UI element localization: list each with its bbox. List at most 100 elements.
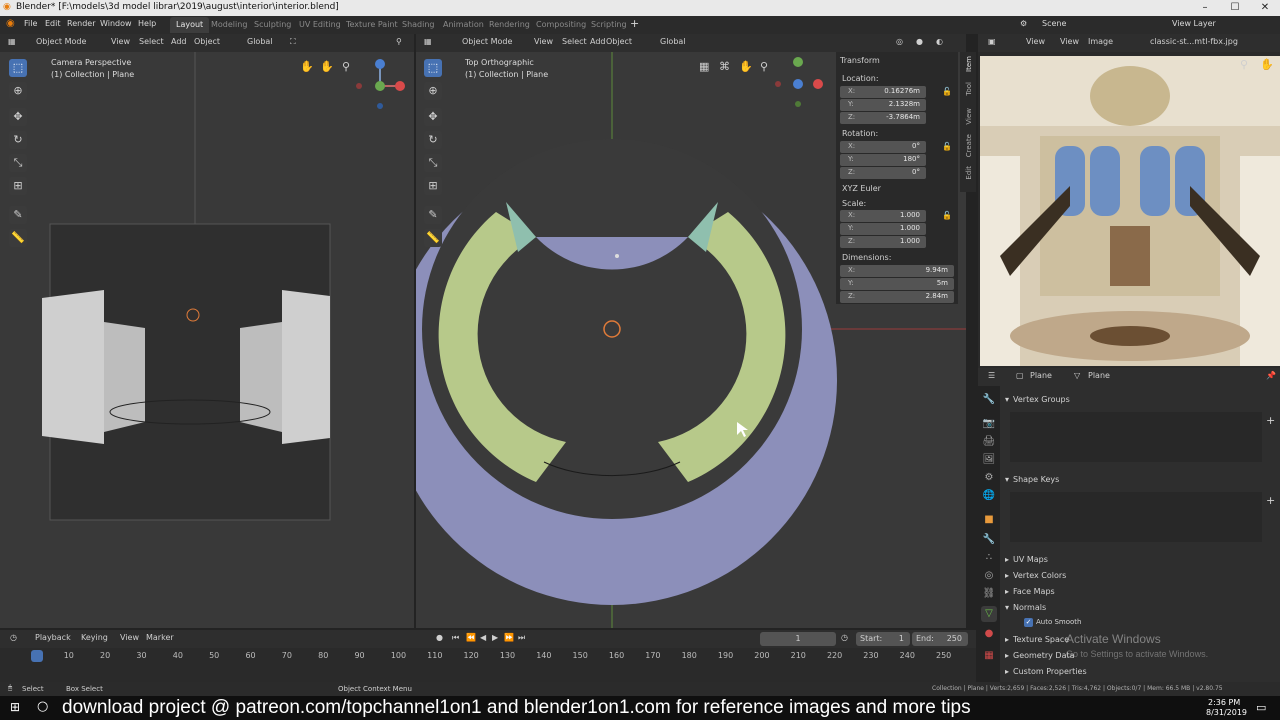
normals-chevron-icon[interactable]: ▾ [1005,603,1009,612]
menu-add[interactable]: Add [171,37,187,46]
breadcrumb-object[interactable]: Plane [1030,371,1052,380]
navigation-gizmo[interactable] [772,54,832,114]
scale-y-field[interactable]: Y: 1.000 [840,223,926,235]
normals-panel[interactable]: Normals [1013,603,1046,612]
rotate-tool-icon[interactable]: ↻ [424,131,442,149]
lock-icon[interactable]: 🔓 [942,142,952,151]
menu-view[interactable]: View [534,37,553,46]
vertex-groups-panel[interactable]: Vertex Groups [1013,395,1070,404]
maximize-icon[interactable]: ☐ [1220,0,1250,16]
menu-playback[interactable]: Playback [35,633,71,642]
face-maps-chevron-icon[interactable]: ▸ [1005,587,1009,596]
view-layer-tab-icon[interactable]: 🖼 [981,452,997,468]
playhead[interactable] [31,650,43,662]
tab-scripting[interactable]: Scripting [585,17,633,33]
zoom-icon[interactable]: ⚲ [760,60,768,73]
object-mode-dropdown[interactable]: Object Mode [36,37,86,46]
menu-help[interactable]: Help [138,19,156,28]
transform-title[interactable]: Transform [840,56,880,65]
menu-object[interactable]: Object [194,37,220,46]
measure-tool-icon[interactable]: 📏 [424,229,442,247]
view-layer-name[interactable]: View Layer [1172,19,1216,28]
scene-tab-icon[interactable]: ⚙ [981,470,997,486]
editor-type-icon[interactable]: ▦ [424,37,432,46]
menu-image[interactable]: Image [1088,37,1113,46]
prev-keyframe-icon[interactable]: ⏪ [466,633,476,642]
editor-type-icon[interactable]: ☰ [988,371,995,380]
move-tool-icon[interactable]: ✥ [424,108,442,126]
vertex-groups-list[interactable] [1010,412,1262,462]
tab-compositing[interactable]: Compositing [530,17,592,33]
material-tab-icon[interactable]: ● [981,626,997,642]
end-frame-field[interactable]: End: 250 [912,632,968,646]
mid-viewport[interactable]: Top Orthographic (1) Collection | Plane … [416,52,966,628]
windows-start-icon[interactable]: ⊞ [10,700,20,714]
cursor-tool-icon[interactable]: ⊕ [424,82,442,100]
output-tab-icon[interactable]: 🖨 [981,434,997,450]
shape-keys-panel[interactable]: Shape Keys [1013,475,1059,484]
rotation-x-field[interactable]: X: 0° [840,141,926,153]
notification-icon[interactable]: ▭ [1256,701,1266,714]
tab-animation[interactable]: Animation [437,17,490,33]
location-z-field[interactable]: Z: -3.7864m [840,112,926,124]
physics-tab-icon[interactable]: ◎ [981,568,997,584]
shading-material-icon[interactable]: ◐ [936,37,943,46]
tab-modeling[interactable]: Modeling [205,17,253,33]
location-x-field[interactable]: X: 0.16276m [840,86,926,98]
tab-item[interactable]: Item [965,56,973,72]
menu-marker[interactable]: Marker [146,633,174,642]
editor-type-icon[interactable]: ▦ [8,37,16,46]
scale-x-field[interactable]: X: 1.000 [840,210,926,222]
menu-render[interactable]: Render [67,19,95,28]
image-name-field[interactable]: classic-st...mtl-fbx.jpg [1150,37,1238,46]
tab-edit[interactable]: Edit [965,166,973,180]
scale-tool-icon[interactable]: ⤡ [424,154,442,172]
grid-view-icon[interactable]: ▦ [699,60,709,73]
menu-view[interactable]: View [1026,37,1045,46]
timeline-ruler[interactable]: 1102030405060708090100110120130140150160… [0,651,976,663]
lock-icon[interactable]: 🔓 [942,87,952,96]
geometry-data-chevron-icon[interactable]: ▸ [1005,651,1009,660]
object-mode-dropdown[interactable]: Object Mode [462,37,512,46]
texture-space-panel[interactable]: Texture Space [1013,635,1069,644]
play-icon[interactable]: ▶ [492,633,498,642]
left-viewport[interactable]: Camera Perspective (1) Collection | Plan… [0,52,414,628]
minimize-icon[interactable]: – [1190,0,1220,16]
select-tool-icon[interactable]: ⬚ [424,59,442,77]
dimensions-y-field[interactable]: Y: 5m [840,278,954,290]
cortana-icon[interactable]: ○ [37,699,48,714]
snap-icon[interactable]: ⛶ [290,37,296,47]
overlays-icon[interactable]: ◎ [896,37,903,46]
modifier-tab-icon[interactable]: 🔧 [981,532,997,548]
constraints-tab-icon[interactable]: ⛓ [981,586,997,602]
add-shape-key-icon[interactable]: + [1266,494,1275,507]
particles-tab-icon[interactable]: ∴ [981,550,997,566]
scale-z-field[interactable]: Z: 1.000 [840,236,926,248]
rotation-mode-dropdown[interactable]: XYZ Euler [842,184,881,193]
pan-icon[interactable]: ✋ [739,60,753,73]
custom-properties-panel[interactable]: Custom Properties [1013,667,1087,676]
tab-tool[interactable]: Tool [965,82,973,96]
world-tab-icon[interactable]: 🌐 [981,488,997,504]
blender-menu-icon[interactable]: ◉ [6,18,15,29]
jump-end-icon[interactable]: ⏭ [518,633,525,643]
taskbar-date[interactable]: 8/31/2019 [1206,708,1247,717]
camera-view-icon[interactable]: ⌘ [719,60,730,73]
face-maps-panel[interactable]: Face Maps [1013,587,1055,596]
menu-view-2[interactable]: View [1060,37,1079,46]
uv-maps-panel[interactable]: UV Maps [1013,555,1048,564]
shape-keys-chevron-icon[interactable]: ▾ [1005,475,1009,484]
tab-shading[interactable]: Shading [396,17,441,33]
dimensions-x-field[interactable]: X: 9.94m [840,265,954,277]
start-frame-field[interactable]: Start: 1 [856,632,910,646]
tab-create[interactable]: Create [965,134,973,157]
editor-type-icon[interactable]: ◷ [10,633,17,642]
menu-object[interactable]: Object [606,37,632,46]
lock-icon[interactable]: 🔓 [942,211,952,220]
custom-properties-chevron-icon[interactable]: ▸ [1005,667,1009,676]
play-reverse-icon[interactable]: ◀ [480,633,486,642]
menu-window[interactable]: Window [100,19,132,28]
orientation-dropdown[interactable]: Global [247,37,273,46]
taskbar-time[interactable]: 2:36 PM [1208,698,1240,707]
record-icon[interactable]: ● [436,633,443,642]
